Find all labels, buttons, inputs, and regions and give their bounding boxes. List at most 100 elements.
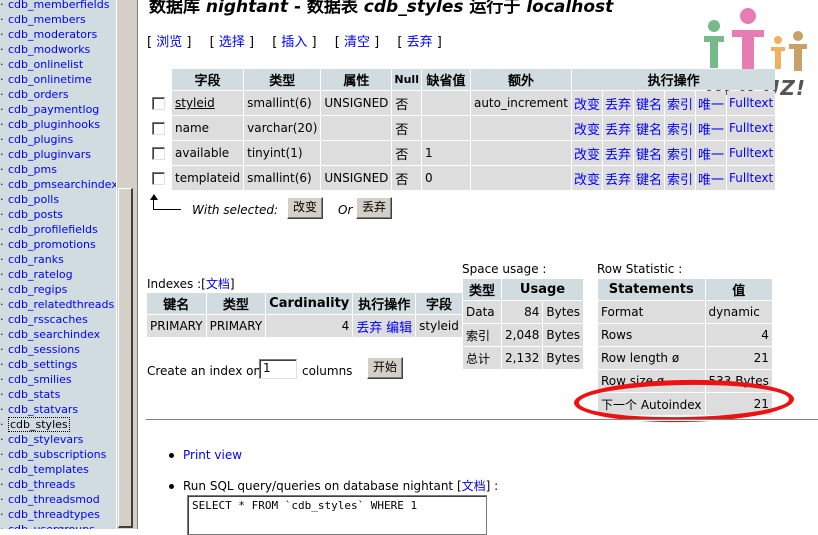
scrollbar-thumb[interactable] xyxy=(118,188,133,528)
row-checkbox[interactable] xyxy=(152,97,165,110)
action-unique-link[interactable]: 唯一 xyxy=(698,98,724,113)
sidebar-item-cdb-orders[interactable]: · cdb_orders xyxy=(0,87,69,102)
print-view-link[interactable]: Print view xyxy=(183,448,242,462)
sidebar-item-cdb-styles[interactable]: · cdb_styles xyxy=(0,417,70,432)
sidebar-item-cdb-onlinelist[interactable]: · cdb_onlinelist xyxy=(0,57,83,72)
sidebar-item-label: cdb_onlinetime xyxy=(8,73,92,86)
bullet-icon: · xyxy=(0,103,4,116)
sidebar-item-cdb-threads[interactable]: · cdb_threads xyxy=(0,477,75,492)
action-change-link[interactable]: 改变 xyxy=(574,173,600,188)
tab-select[interactable]: [ 选择 ] xyxy=(210,31,254,50)
action-index-link[interactable]: 索引 xyxy=(667,173,693,188)
field-name-cell: styleid xyxy=(172,91,244,115)
action-fulltext-link[interactable]: Fulltext xyxy=(729,146,773,160)
sidebar-item-label: cdb_relatedthreads xyxy=(8,298,115,311)
sidebar-item-cdb-plugins[interactable]: · cdb_plugins xyxy=(0,132,73,147)
action-change-link[interactable]: 改变 xyxy=(574,148,600,163)
field-extra xyxy=(470,141,571,165)
row-checkbox[interactable] xyxy=(152,122,165,135)
drop-selected-button[interactable]: 丢弃 xyxy=(356,197,393,219)
sidebar-item-cdb-modworks[interactable]: · cdb_modworks xyxy=(0,42,90,57)
action-index-link[interactable]: 索引 xyxy=(667,123,693,138)
action-fulltext-link[interactable]: Fulltext xyxy=(729,171,773,185)
action-drop-link[interactable]: 丢弃 xyxy=(605,173,631,188)
action-index-link[interactable]: 索引 xyxy=(667,98,693,113)
action-cell: 改变 xyxy=(571,91,602,115)
action-unique-link[interactable]: 唯一 xyxy=(698,148,724,163)
sidebar-item-cdb-smilies[interactable]: · cdb_smilies xyxy=(0,372,72,387)
idx-col-field: 字段 xyxy=(416,293,462,314)
change-selected-button[interactable]: 改变 xyxy=(287,197,324,219)
space-col-type: 类型 xyxy=(463,279,501,300)
frame-divider[interactable] xyxy=(134,0,138,529)
sidebar-item-cdb-promotions[interactable]: · cdb_promotions xyxy=(0,237,96,252)
sidebar-item-cdb-pms[interactable]: · cdb_pms xyxy=(0,162,57,177)
sidebar-item-cdb-moderators[interactable]: · cdb_moderators xyxy=(0,27,97,42)
sidebar-item-cdb-profilefields[interactable]: · cdb_profilefields xyxy=(0,222,98,237)
sidebar-item-cdb-sessions[interactable]: · cdb_sessions xyxy=(0,342,80,357)
action-cell: 丢弃 xyxy=(602,141,633,165)
tab-drop[interactable]: [ 丢弃 ] xyxy=(397,31,441,50)
sidebar-item-cdb-subscriptions[interactable]: · cdb_subscriptions xyxy=(0,447,106,462)
sidebar-item-cdb-onlinetime[interactable]: · cdb_onlinetime xyxy=(0,72,92,87)
action-drop-link[interactable]: 丢弃 xyxy=(605,148,631,163)
idx-edit-link[interactable]: 编辑 xyxy=(386,321,412,336)
sidebar-scrollbar[interactable] xyxy=(116,0,134,529)
tab-browse[interactable]: [ 浏览 ] xyxy=(147,31,191,50)
sidebar-item-cdb-stats[interactable]: · cdb_stats xyxy=(0,387,60,402)
action-fulltext-link[interactable]: Fulltext xyxy=(729,96,773,110)
bullet-icon: · xyxy=(0,178,4,191)
action-primary-link[interactable]: 键名 xyxy=(636,98,662,113)
field-name: name xyxy=(175,121,210,135)
sidebar-item-cdb-searchindex[interactable]: · cdb_searchindex xyxy=(0,327,100,342)
sql-query-textarea[interactable]: SELECT * FROM `cdb_styles` WHERE 1 xyxy=(187,495,487,535)
idx-drop-link[interactable]: 丢弃 xyxy=(356,321,382,336)
action-drop-link[interactable]: 丢弃 xyxy=(605,98,631,113)
run-sql-doc-link[interactable]: 文档 xyxy=(462,479,486,493)
action-cell: 丢弃 xyxy=(602,166,633,190)
action-primary-link[interactable]: 键名 xyxy=(636,173,662,188)
action-unique-link[interactable]: 唯一 xyxy=(698,123,724,138)
sidebar-item-cdb-pmsearchindex[interactable]: · cdb_pmsearchindex xyxy=(0,177,116,192)
action-primary-link[interactable]: 键名 xyxy=(636,123,662,138)
index-columns-input[interactable]: 1 xyxy=(259,359,297,379)
sidebar-item-cdb-rsscaches[interactable]: · cdb_rsscaches xyxy=(0,312,88,327)
row-checkbox[interactable] xyxy=(152,147,165,160)
field-attr xyxy=(321,141,392,165)
tab-empty[interactable]: [ 清空 ] xyxy=(335,31,379,50)
sidebar-item-cdb-threadsmod[interactable]: · cdb_threadsmod xyxy=(0,492,100,507)
sidebar-item-cdb-templates[interactable]: · cdb_templates xyxy=(0,462,89,477)
col-attr: 属性 xyxy=(321,69,392,90)
sidebar-item-cdb-paymentlog[interactable]: · cdb_paymentlog xyxy=(0,102,99,117)
action-change-link[interactable]: 改变 xyxy=(574,98,600,113)
action-drop-link[interactable]: 丢弃 xyxy=(605,123,631,138)
sidebar-item-cdb-threadtypes[interactable]: · cdb_threadtypes xyxy=(0,507,100,522)
tab-insert[interactable]: [ 插入 ] xyxy=(272,31,316,50)
action-tabs: [ 浏览 ] [ 选择 ] [ 插入 ] [ 清空 ] [ 丢弃 ] xyxy=(147,31,456,50)
action-change-link[interactable]: 改变 xyxy=(574,123,600,138)
sidebar-item-label: cdb_threads xyxy=(8,478,76,491)
action-fulltext-link[interactable]: Fulltext xyxy=(729,121,773,135)
sidebar-item-cdb-posts[interactable]: · cdb_posts xyxy=(0,207,63,222)
sidebar-item-cdb-relatedthreads[interactable]: · cdb_relatedthreads xyxy=(0,297,114,312)
sidebar-item-cdb-ratelog[interactable]: · cdb_ratelog xyxy=(0,267,73,282)
sidebar-item-cdb-statvars[interactable]: · cdb_statvars xyxy=(0,402,78,417)
sidebar-item-cdb-settings[interactable]: · cdb_settings xyxy=(0,357,77,372)
create-index-go-button[interactable]: 开始 xyxy=(367,357,404,379)
sidebar-item-cdb-pluginhooks[interactable]: · cdb_pluginhooks xyxy=(0,117,100,132)
sidebar-item-cdb-regips[interactable]: · cdb_regips xyxy=(0,282,67,297)
sidebar-item-cdb-usergroups[interactable]: ·cdb_usergroups xyxy=(0,522,95,529)
action-unique-link[interactable]: 唯一 xyxy=(698,173,724,188)
sidebar-item-cdb-pluginvars[interactable]: · cdb_pluginvars xyxy=(0,147,91,162)
sidebar-item-cdb-memberfields[interactable]: · cdb_memberfields xyxy=(0,0,109,12)
action-primary-link[interactable]: 键名 xyxy=(636,148,662,163)
sidebar-item-cdb-stylevars[interactable]: · cdb_stylevars xyxy=(0,432,83,447)
field-null: 否 xyxy=(392,166,421,190)
indexes-doc-link[interactable]: 文档 xyxy=(206,277,230,291)
sidebar-item-cdb-members[interactable]: · cdb_members xyxy=(0,12,86,27)
row-select-cell xyxy=(149,141,171,165)
sidebar-item-cdb-ranks[interactable]: · cdb_ranks xyxy=(0,252,64,267)
row-checkbox[interactable] xyxy=(152,172,165,185)
action-index-link[interactable]: 索引 xyxy=(667,148,693,163)
sidebar-item-cdb-polls[interactable]: · cdb_polls xyxy=(0,192,59,207)
